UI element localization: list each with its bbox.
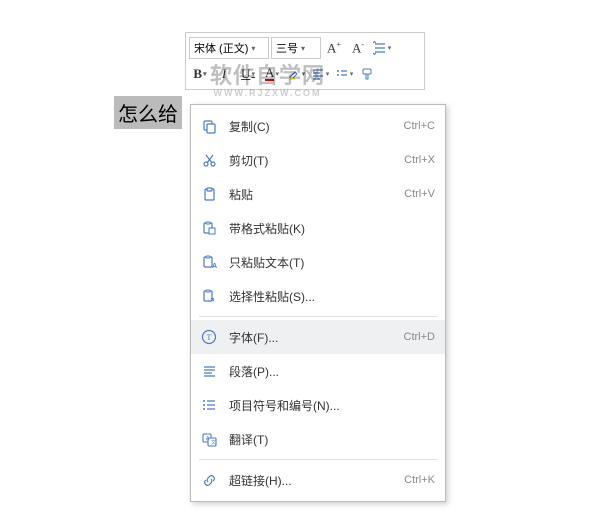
bold-button[interactable]: B <box>189 63 211 85</box>
paste-text-icon: A <box>199 252 219 272</box>
svg-text:文: 文 <box>211 439 216 446</box>
bullets-button[interactable] <box>333 63 355 85</box>
menu-label: 段落(P)... <box>229 363 435 380</box>
cut-icon <box>199 150 219 170</box>
paste-format-icon <box>199 218 219 238</box>
menu-shortcut: Ctrl+V <box>404 188 435 200</box>
decrease-font-button[interactable]: A- <box>347 37 369 59</box>
translate-icon: A文 <box>199 429 219 449</box>
highlight-button[interactable] <box>285 63 307 85</box>
menu-label: 选择性粘贴(S)... <box>229 288 435 305</box>
hyperlink-icon <box>199 470 219 490</box>
underline-button[interactable]: U <box>237 63 259 85</box>
menu-item-font[interactable]: T 字体(F)... Ctrl+D <box>191 320 445 354</box>
floating-toolbar: 宋体 (正文) ▾ 三号 ▾ A+ A- B I U A <box>185 32 425 90</box>
menu-separator <box>199 316 437 317</box>
chevron-down-icon: ▾ <box>301 44 305 53</box>
menu-item-bullets[interactable]: 项目符号和编号(N)... <box>191 388 445 422</box>
format-painter-button[interactable] <box>357 63 379 85</box>
font-name-dropdown[interactable]: 宋体 (正文) ▾ <box>189 37 269 59</box>
font-size-value: 三号 <box>276 40 298 56</box>
menu-item-copy[interactable]: 复制(C) Ctrl+C <box>191 109 445 143</box>
menu-item-cut[interactable]: 剪切(T) Ctrl+X <box>191 143 445 177</box>
menu-item-paste-special[interactable]: 选择性粘贴(S)... <box>191 279 445 313</box>
font-color-button[interactable]: A <box>261 63 283 85</box>
menu-label: 翻译(T) <box>229 431 435 448</box>
menu-label: 粘贴 <box>229 186 404 203</box>
paragraph-icon <box>199 361 219 381</box>
font-icon: T <box>199 327 219 347</box>
paste-special-icon <box>199 286 219 306</box>
italic-button[interactable]: I <box>213 63 235 85</box>
menu-shortcut: Ctrl+X <box>404 154 435 166</box>
font-name-value: 宋体 (正文) <box>194 40 248 56</box>
svg-text:T: T <box>207 333 212 342</box>
menu-label: 复制(C) <box>229 118 404 135</box>
selected-text[interactable]: 怎么给 <box>114 96 182 129</box>
menu-item-paste-text[interactable]: A 只粘贴文本(T) <box>191 245 445 279</box>
chevron-down-icon: ▾ <box>251 44 255 53</box>
menu-label: 只粘贴文本(T) <box>229 254 435 271</box>
bullets-icon <box>199 395 219 415</box>
font-size-dropdown[interactable]: 三号 ▾ <box>271 37 321 59</box>
context-menu: 复制(C) Ctrl+C 剪切(T) Ctrl+X 粘贴 Ctrl+V 带格式粘… <box>190 104 446 502</box>
line-spacing-button[interactable] <box>371 37 393 59</box>
svg-text:A: A <box>212 263 217 270</box>
menu-item-translate[interactable]: A文 翻译(T) <box>191 422 445 456</box>
menu-shortcut: Ctrl+K <box>404 474 435 486</box>
menu-label: 项目符号和编号(N)... <box>229 397 435 414</box>
menu-item-paste-format[interactable]: 带格式粘贴(K) <box>191 211 445 245</box>
menu-item-paragraph[interactable]: 段落(P)... <box>191 354 445 388</box>
menu-label: 超链接(H)... <box>229 472 404 489</box>
copy-icon <box>199 116 219 136</box>
toolbar-row-2: B I U A <box>189 62 421 86</box>
menu-item-hyperlink[interactable]: 超链接(H)... Ctrl+K <box>191 463 445 497</box>
menu-shortcut: Ctrl+D <box>404 331 435 343</box>
menu-label: 剪切(T) <box>229 152 404 169</box>
align-button[interactable] <box>309 63 331 85</box>
paste-icon <box>199 184 219 204</box>
toolbar-row-1: 宋体 (正文) ▾ 三号 ▾ A+ A- <box>189 36 421 60</box>
menu-item-paste[interactable]: 粘贴 Ctrl+V <box>191 177 445 211</box>
increase-font-button[interactable]: A+ <box>323 37 345 59</box>
menu-separator <box>199 459 437 460</box>
menu-shortcut: Ctrl+C <box>404 120 435 132</box>
menu-label: 字体(F)... <box>229 329 404 346</box>
menu-label: 带格式粘贴(K) <box>229 220 435 237</box>
